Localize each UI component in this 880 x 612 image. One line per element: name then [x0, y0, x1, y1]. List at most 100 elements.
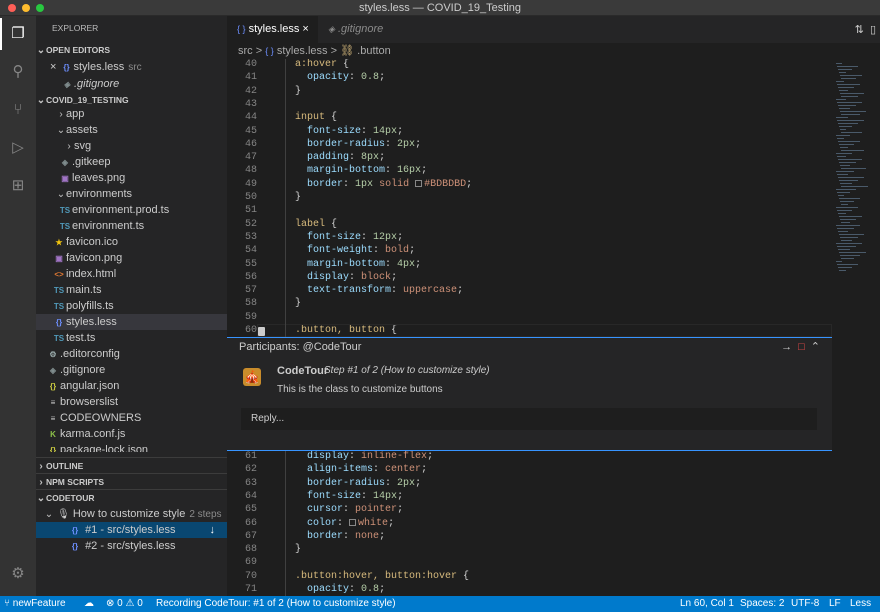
- open-editor-item[interactable]: × {} styles.less src: [36, 59, 227, 75]
- code-line[interactable]: .button:hover, button:hover {: [283, 571, 469, 582]
- color-swatch[interactable]: [415, 179, 423, 187]
- tree-item-assets[interactable]: ⌄assets: [36, 122, 227, 138]
- code-line[interactable]: display: inline-flex;: [283, 451, 433, 462]
- minimap-line: [837, 84, 860, 85]
- minimap-line: [841, 240, 852, 241]
- breadcrumb-symbol[interactable]: .button: [357, 45, 391, 57]
- open-editors-header[interactable]: ⌄OPEN EDITORS: [36, 42, 227, 58]
- arrow-down-icon[interactable]: ↓: [210, 522, 216, 538]
- code-editor-bottom[interactable]: 61 display: inline-flex; 62 align-items: …: [227, 451, 832, 596]
- problems-item[interactable]: ⊗ 0 ⚠ 0: [106, 596, 143, 612]
- color-swatch[interactable]: [349, 518, 357, 526]
- tree-item-test[interactable]: TS test.ts: [36, 330, 227, 346]
- code-line[interactable]: display: block;: [283, 272, 397, 283]
- tree-item-leaves[interactable]: ▣ leaves.png: [36, 170, 227, 186]
- symbol-icon: ⛓: [340, 45, 355, 57]
- code-line[interactable]: font-size: 14px;: [283, 126, 403, 137]
- minimap-line: [838, 69, 852, 70]
- code-line[interactable]: margin-bottom: 16px;: [283, 165, 427, 176]
- tree-label: leaves.png: [72, 172, 126, 184]
- search-icon[interactable]: ⚲: [8, 62, 28, 82]
- tree-item-favicon-png[interactable]: ▣ favicon.png: [36, 250, 227, 266]
- tree-item-main[interactable]: TS main.ts: [36, 282, 227, 298]
- extensions-icon[interactable]: ⊞: [8, 176, 28, 196]
- code-line[interactable]: font-weight: bold;: [283, 245, 415, 256]
- tree-item-package-lock[interactable]: {} package-lock.json: [36, 442, 227, 452]
- tour-step-2[interactable]: {} #2 - src/styles.less: [36, 538, 227, 554]
- files-icon[interactable]: ❐: [0, 18, 28, 50]
- minimap-line: [838, 231, 848, 232]
- html-file-icon: <>: [54, 270, 64, 279]
- line-number: 66: [244, 517, 257, 529]
- code-line[interactable]: border-radius: 2px;: [283, 139, 421, 150]
- code-line[interactable]: color: white;: [283, 518, 394, 529]
- tree-item-polyfills[interactable]: TS polyfills.ts: [36, 298, 227, 314]
- run-debug-icon[interactable]: ▷: [8, 138, 28, 158]
- code-line[interactable]: border: none;: [283, 531, 385, 542]
- code-line[interactable]: border: 1px solid #BDBDBD;: [283, 179, 472, 190]
- settings-gear-icon[interactable]: ⚙: [8, 564, 28, 584]
- tree-item-favicon-ico[interactable]: ★ favicon.ico: [36, 234, 227, 250]
- tree-item-svg[interactable]: › svg: [36, 138, 227, 154]
- tree-item-gitignore[interactable]: ◈ .gitignore: [36, 362, 227, 378]
- reply-input[interactable]: Reply...: [241, 408, 817, 430]
- cursor-position[interactable]: Ln 60, Col 1: [680, 596, 734, 612]
- arrow-right-icon[interactable]: →: [781, 341, 798, 353]
- minimap[interactable]: [832, 59, 880, 596]
- tour-item[interactable]: ⌄ 🎙 How to customize style 2 steps: [36, 506, 227, 522]
- tree-item-env[interactable]: TS environment.ts: [36, 218, 227, 234]
- tree-item-codeowners[interactable]: ≡ CODEOWNERS: [36, 410, 227, 426]
- close-icon[interactable]: ×: [302, 23, 308, 35]
- code-line[interactable]: label {: [283, 219, 337, 230]
- code-line[interactable]: input {: [283, 112, 337, 123]
- tour-step-1[interactable]: {} #1 - src/styles.less ↓: [36, 522, 227, 538]
- tree-item-app[interactable]: › app: [36, 106, 227, 122]
- code-line[interactable]: opacity: 0.8;: [283, 584, 385, 595]
- codetour-header[interactable]: ⌄CODETOUR: [36, 489, 227, 505]
- code-line[interactable]: cursor: pointer;: [283, 504, 403, 515]
- tree-label: package-lock.json: [60, 444, 149, 452]
- tree-item-editorconfig[interactable]: ⚙ .editorconfig: [36, 346, 227, 362]
- minimap-line: [839, 162, 856, 163]
- code-line[interactable]: font-size: 14px;: [283, 491, 403, 502]
- tree-item-karma[interactable]: Kkarma.conf.js: [36, 426, 227, 442]
- compare-icon[interactable]: ⇅: [855, 24, 864, 36]
- indentation[interactable]: Spaces: 2: [740, 596, 784, 612]
- tab-styles-less[interactable]: { } styles.less ×: [227, 16, 317, 43]
- encoding[interactable]: UTF-8: [791, 596, 819, 612]
- outline-header[interactable]: › OUTLINE: [36, 457, 227, 473]
- tree-item-styles[interactable]: {} styles.less: [36, 314, 227, 330]
- code-line[interactable]: align-items: center;: [283, 464, 427, 475]
- sync-icon[interactable]: ☁: [84, 596, 94, 612]
- tree-item-index-html[interactable]: <> index.html: [36, 266, 227, 282]
- breadcrumb-src[interactable]: src: [238, 45, 253, 57]
- tree-item-browserslist[interactable]: ≡ browserslist: [36, 394, 227, 410]
- tree-item-gitkeep[interactable]: ◈ .gitkeep: [36, 154, 227, 170]
- npm-scripts-header[interactable]: › NPM SCRIPTS: [36, 473, 227, 489]
- tree-item-env-prod[interactable]: TS environment.prod.ts: [36, 202, 227, 218]
- code-line[interactable]: text-transform: uppercase;: [283, 285, 463, 296]
- source-control-icon[interactable]: ⑂: [8, 100, 28, 120]
- split-editor-icon[interactable]: ▯: [870, 24, 876, 36]
- chevron-up-icon[interactable]: ⌃: [811, 341, 826, 353]
- tab-gitignore[interactable]: ◈ .gitignore: [317, 16, 413, 43]
- recording-status[interactable]: Recording CodeTour: #1 of 2 (How to cust…: [156, 596, 396, 612]
- tree-item-environments[interactable]: ⌄environments: [36, 186, 227, 202]
- end-of-line[interactable]: LF: [829, 596, 841, 612]
- minimap-line: [837, 138, 844, 139]
- open-editor-item[interactable]: ◈ .gitignore: [36, 76, 227, 92]
- code-line[interactable]: opacity: 0.8;: [283, 72, 385, 83]
- code-line[interactable]: a:hover {: [283, 59, 349, 70]
- breadcrumb-file[interactable]: styles.less: [277, 45, 328, 57]
- stop-icon[interactable]: □: [798, 341, 811, 353]
- code-editor-top[interactable]: 40 a:hover {41 opacity: 0.8; 42 } 43 44 inp…: [227, 59, 832, 337]
- code-line[interactable]: border-radius: 2px;: [283, 478, 421, 489]
- tree-item-angular[interactable]: {} angular.json: [36, 378, 227, 394]
- code-line[interactable]: font-size: 12px;: [283, 232, 403, 243]
- language-mode[interactable]: Less: [850, 596, 871, 612]
- close-icon[interactable]: ×: [50, 61, 56, 73]
- code-line[interactable]: margin-bottom: 4px;: [283, 259, 421, 270]
- branch-item[interactable]: ⑂ newFeature: [4, 596, 66, 612]
- code-line[interactable]: padding: 8px;: [283, 152, 385, 163]
- comment-gutter-icon[interactable]: [258, 327, 265, 336]
